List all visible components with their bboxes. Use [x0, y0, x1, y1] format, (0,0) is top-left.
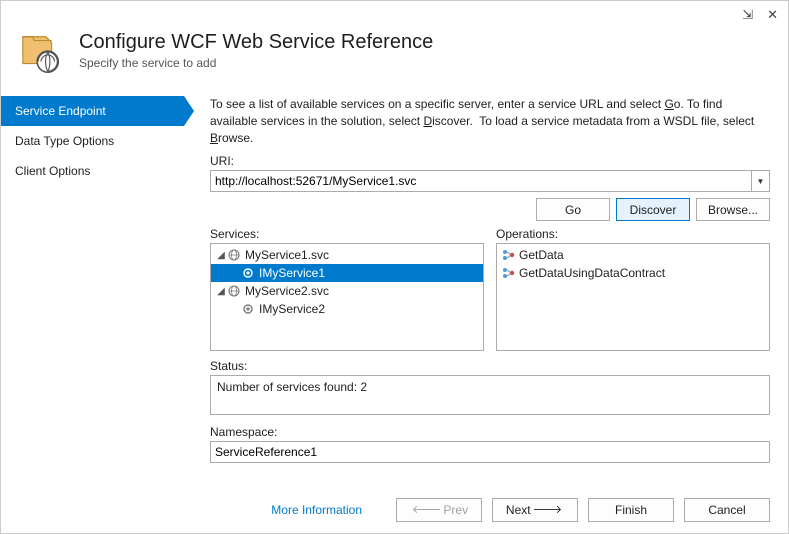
service-node[interactable]: ◢ MyService2.svc: [211, 282, 483, 300]
next-button[interactable]: Next🡒: [492, 498, 578, 522]
wizard-sidebar: Service Endpoint Data Type Options Clien…: [1, 96, 184, 463]
prev-button[interactable]: 🡐Prev: [396, 498, 482, 522]
services-label: Services:: [210, 227, 484, 241]
uri-dropdown-icon[interactable]: ▼: [752, 170, 770, 192]
operation-icon: [501, 266, 515, 280]
service-node-label: MyService2.svc: [245, 284, 329, 298]
instructions-text: To see a list of available services on a…: [210, 96, 770, 146]
browse-button[interactable]: Browse...: [696, 198, 770, 221]
cancel-button[interactable]: Cancel: [684, 498, 770, 522]
arrow-right-icon: 🡒: [533, 502, 563, 516]
namespace-input[interactable]: [210, 441, 770, 463]
next-button-label: Next: [506, 503, 531, 517]
service-file-icon: [227, 284, 241, 298]
interface-node[interactable]: IMyService2: [211, 300, 483, 318]
dialog-header: Configure WCF Web Service Reference Spec…: [1, 29, 788, 96]
operations-list[interactable]: GetData GetDataUsingDataContract: [496, 243, 770, 351]
sidebar-item-label: Service Endpoint: [15, 104, 106, 118]
interface-icon: [241, 302, 255, 316]
titlebar: ⇲ ✕: [1, 1, 788, 29]
page-title: Configure WCF Web Service Reference: [79, 31, 433, 54]
dialog-footer: More Information 🡐Prev Next🡒 Finish Canc…: [1, 485, 788, 533]
arrow-left-icon: 🡐: [412, 502, 442, 516]
sidebar-item-label: Data Type Options: [15, 134, 114, 148]
status-text: Number of services found: 2: [217, 380, 367, 394]
service-file-icon: [227, 248, 241, 262]
uri-input[interactable]: [210, 170, 752, 192]
operation-item[interactable]: GetDataUsingDataContract: [497, 264, 769, 282]
overflow-icon[interactable]: ⇲: [742, 7, 753, 23]
wizard-content: To see a list of available services on a…: [184, 96, 788, 463]
more-information-link[interactable]: More Information: [271, 503, 362, 517]
sidebar-item-service-endpoint[interactable]: Service Endpoint: [1, 96, 184, 126]
status-box: Number of services found: 2: [210, 375, 770, 415]
page-subtitle: Specify the service to add: [79, 56, 433, 70]
sidebar-item-label: Client Options: [15, 164, 90, 178]
services-tree[interactable]: ◢ MyService1.svc IMyService1 ◢: [210, 243, 484, 351]
operation-icon: [501, 248, 515, 262]
prev-button-label: Prev: [443, 503, 468, 517]
interface-node-label: IMyService1: [259, 266, 325, 280]
uri-label: URI:: [210, 154, 770, 168]
close-icon[interactable]: ✕: [767, 7, 778, 23]
service-node-label: MyService1.svc: [245, 248, 329, 262]
collapse-icon[interactable]: ◢: [215, 286, 227, 297]
operation-item[interactable]: GetData: [497, 246, 769, 264]
interface-node-label: IMyService2: [259, 302, 325, 316]
interface-icon: [241, 266, 255, 280]
service-reference-icon: [19, 31, 65, 80]
sidebar-item-client-options[interactable]: Client Options: [1, 156, 184, 186]
service-node[interactable]: ◢ MyService1.svc: [211, 246, 483, 264]
collapse-icon[interactable]: ◢: [215, 250, 227, 261]
interface-node[interactable]: IMyService1: [211, 264, 483, 282]
operation-label: GetData: [519, 248, 564, 262]
operation-label: GetDataUsingDataContract: [519, 266, 665, 280]
sidebar-item-data-type-options[interactable]: Data Type Options: [1, 126, 184, 156]
operations-label: Operations:: [496, 227, 770, 241]
go-button[interactable]: Go: [536, 198, 610, 221]
namespace-label: Namespace:: [210, 425, 770, 439]
status-label: Status:: [210, 359, 770, 373]
discover-button[interactable]: Discover: [616, 198, 690, 221]
finish-button[interactable]: Finish: [588, 498, 674, 522]
